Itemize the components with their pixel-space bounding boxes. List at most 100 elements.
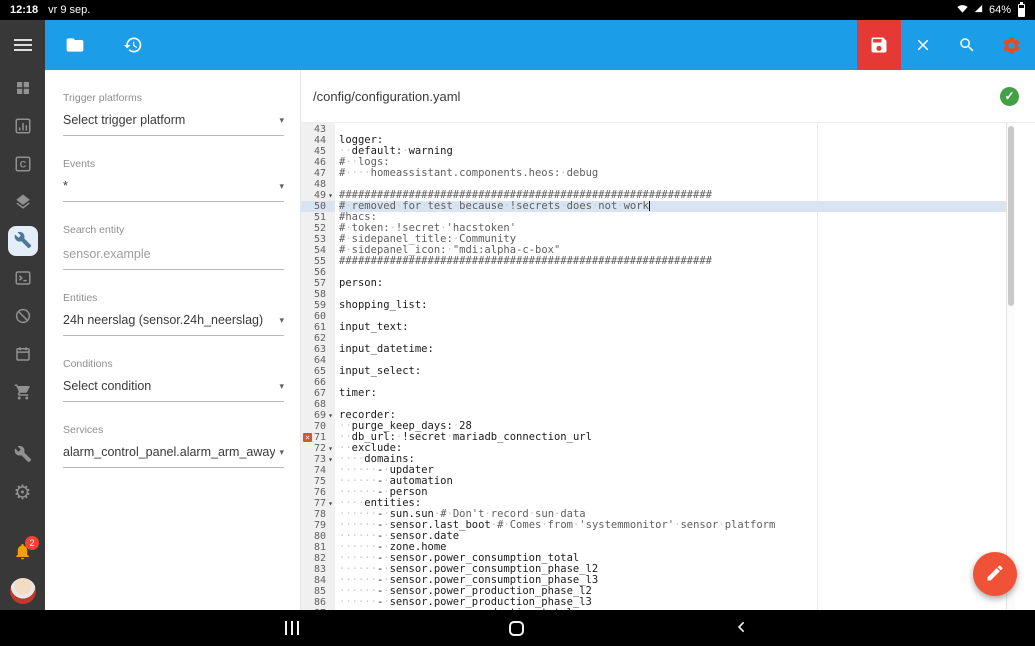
code-line-59[interactable]: shopping_list: [339,300,1006,311]
code-line-73[interactable]: ····domains: [339,454,1006,465]
fold-arrow-icon[interactable]: ▾ [326,499,335,508]
sidebar-item-shopping[interactable] [0,374,45,412]
gutter-line-50[interactable]: 50 [301,201,335,212]
gutter-line-70[interactable]: 70 [301,421,335,432]
gutter-line-75[interactable]: 75 [301,476,335,487]
fold-arrow-icon[interactable]: ▾ [326,455,335,464]
gutter-line-54[interactable]: 54 [301,245,335,256]
sidebar-item-chart[interactable] [0,108,45,146]
code-line-67[interactable]: timer: [339,388,1006,399]
code-line-72[interactable]: ··exclude: [339,443,1006,454]
gutter-line-84[interactable]: 84 [301,575,335,586]
gutter-line-45[interactable]: 45 [301,146,335,157]
gutter-line-65[interactable]: 65 [301,366,335,377]
gutter-line-51[interactable]: 51 [301,212,335,223]
gutter-line-68[interactable]: 68 [301,399,335,410]
sidebar-item-layers[interactable] [0,184,45,222]
select-events[interactable]: Events * ▾ [63,158,284,202]
gutter-line-73[interactable]: 73▾ [301,454,335,465]
code-line-66[interactable] [339,377,1006,388]
gutter-line-64[interactable]: 64 [301,355,335,366]
sidebar-item-tools[interactable] [0,436,45,474]
sidebar-item-c-panel[interactable]: C [0,146,45,184]
save-button[interactable] [857,20,901,70]
sidebar-item-configurator[interactable] [0,222,45,260]
code-line-63[interactable]: input_datetime: [339,344,1006,355]
gutter-line-74[interactable]: 74 [301,465,335,476]
select-conditions[interactable]: Conditions Select condition ▾ [63,358,284,402]
select-entities[interactable]: Entities 24h neerslag (sensor.24h_neersl… [63,292,284,336]
sidebar-item-dashboard[interactable] [0,70,45,108]
code-line-45[interactable]: ··default:·warning [339,146,1006,157]
gutter-line-72[interactable]: 72▾ [301,443,335,454]
back-button[interactable] [730,615,754,642]
history-button[interactable] [111,20,155,70]
gutter-line-43[interactable]: 43 [301,124,335,135]
gutter-line-66[interactable]: 66 [301,377,335,388]
fold-arrow-icon[interactable]: ▾ [326,411,335,420]
code-line-47[interactable]: #····homeassistant.components.heos:·debu… [339,168,1006,179]
sidebar-item-terminal[interactable] [0,260,45,298]
code-line-75[interactable]: ······-·automation [339,476,1006,487]
gutter-line-69[interactable]: 69▾ [301,410,335,421]
gutter-line-63[interactable]: 63 [301,344,335,355]
code-line-68[interactable] [339,399,1006,410]
code-line-57[interactable]: person: [339,278,1006,289]
gutter-line-81[interactable]: 81 [301,542,335,553]
select-services[interactable]: Services alarm_control_panel.alarm_arm_a… [63,424,284,468]
code-line-56[interactable] [339,267,1006,278]
gutter-line-57[interactable]: 57 [301,278,335,289]
folder-button[interactable] [53,20,97,70]
gutter-line-52[interactable]: 52 [301,223,335,234]
fold-arrow-icon[interactable]: ▾ [326,191,335,200]
sidebar-item-disabled[interactable] [0,298,45,336]
editor-scrollbar[interactable] [1006,123,1015,610]
code-line-58[interactable] [339,289,1006,300]
gutter-line-55[interactable]: 55 [301,256,335,267]
search-button[interactable] [945,20,989,70]
gutter-line-85[interactable]: 85 [301,586,335,597]
code-line-61[interactable]: input_text: [339,322,1006,333]
gutter-line-47[interactable]: 47 [301,168,335,179]
gutter-line-71[interactable]: ×71 [301,432,335,443]
code-line-43[interactable] [339,124,1006,135]
menu-icon[interactable] [0,20,45,70]
search-entity-input[interactable] [63,247,284,270]
gutter-line-49[interactable]: 49▾ [301,190,335,201]
fold-arrow-icon[interactable]: ▾ [326,444,335,453]
code-line-55[interactable]: ########################################… [339,256,1006,267]
close-button[interactable] [901,20,945,70]
sidebar-item-settings[interactable]: ⚙ [0,474,45,512]
code-line-76[interactable]: ······-·person [339,487,1006,498]
gutter-line-62[interactable]: 62 [301,333,335,344]
gutter-line-76[interactable]: 76 [301,487,335,498]
gutter-line-77[interactable]: 77▾ [301,498,335,509]
sidebar-item-calendar[interactable] [0,336,45,374]
gutter-line-78[interactable]: 78 [301,509,335,520]
sidebar-item-notifications[interactable]: 2 [0,534,45,572]
gutter-line-46[interactable]: 46 [301,157,335,168]
code-line-62[interactable] [339,333,1006,344]
gutter-line-79[interactable]: 79 [301,520,335,531]
gutter-line-82[interactable]: 82 [301,553,335,564]
sidebar-item-profile[interactable] [0,572,45,610]
editor-scrollbar-thumb[interactable] [1008,126,1014,306]
gutter-line-56[interactable]: 56 [301,267,335,278]
gutter-line-44[interactable]: 44 [301,135,335,146]
gutter-line-86[interactable]: 86 [301,597,335,608]
gutter-line-80[interactable]: 80 [301,531,335,542]
gutter-line-83[interactable]: 83 [301,564,335,575]
recents-button[interactable] [281,617,303,639]
gutter-line-67[interactable]: 67 [301,388,335,399]
select-trigger-platform[interactable]: Trigger platforms Select trigger platfor… [63,92,284,136]
code-line-60[interactable] [339,311,1006,322]
code-line-64[interactable] [339,355,1006,366]
settings-button[interactable] [989,20,1033,70]
home-button[interactable] [505,617,528,640]
gutter-line-48[interactable]: 48 [301,179,335,190]
code-line-65[interactable]: input_select: [339,366,1006,377]
gutter-line-61[interactable]: 61 [301,322,335,333]
gutter-line-58[interactable]: 58 [301,289,335,300]
gutter-line-60[interactable]: 60 [301,311,335,322]
edit-fab-button[interactable] [973,552,1017,596]
